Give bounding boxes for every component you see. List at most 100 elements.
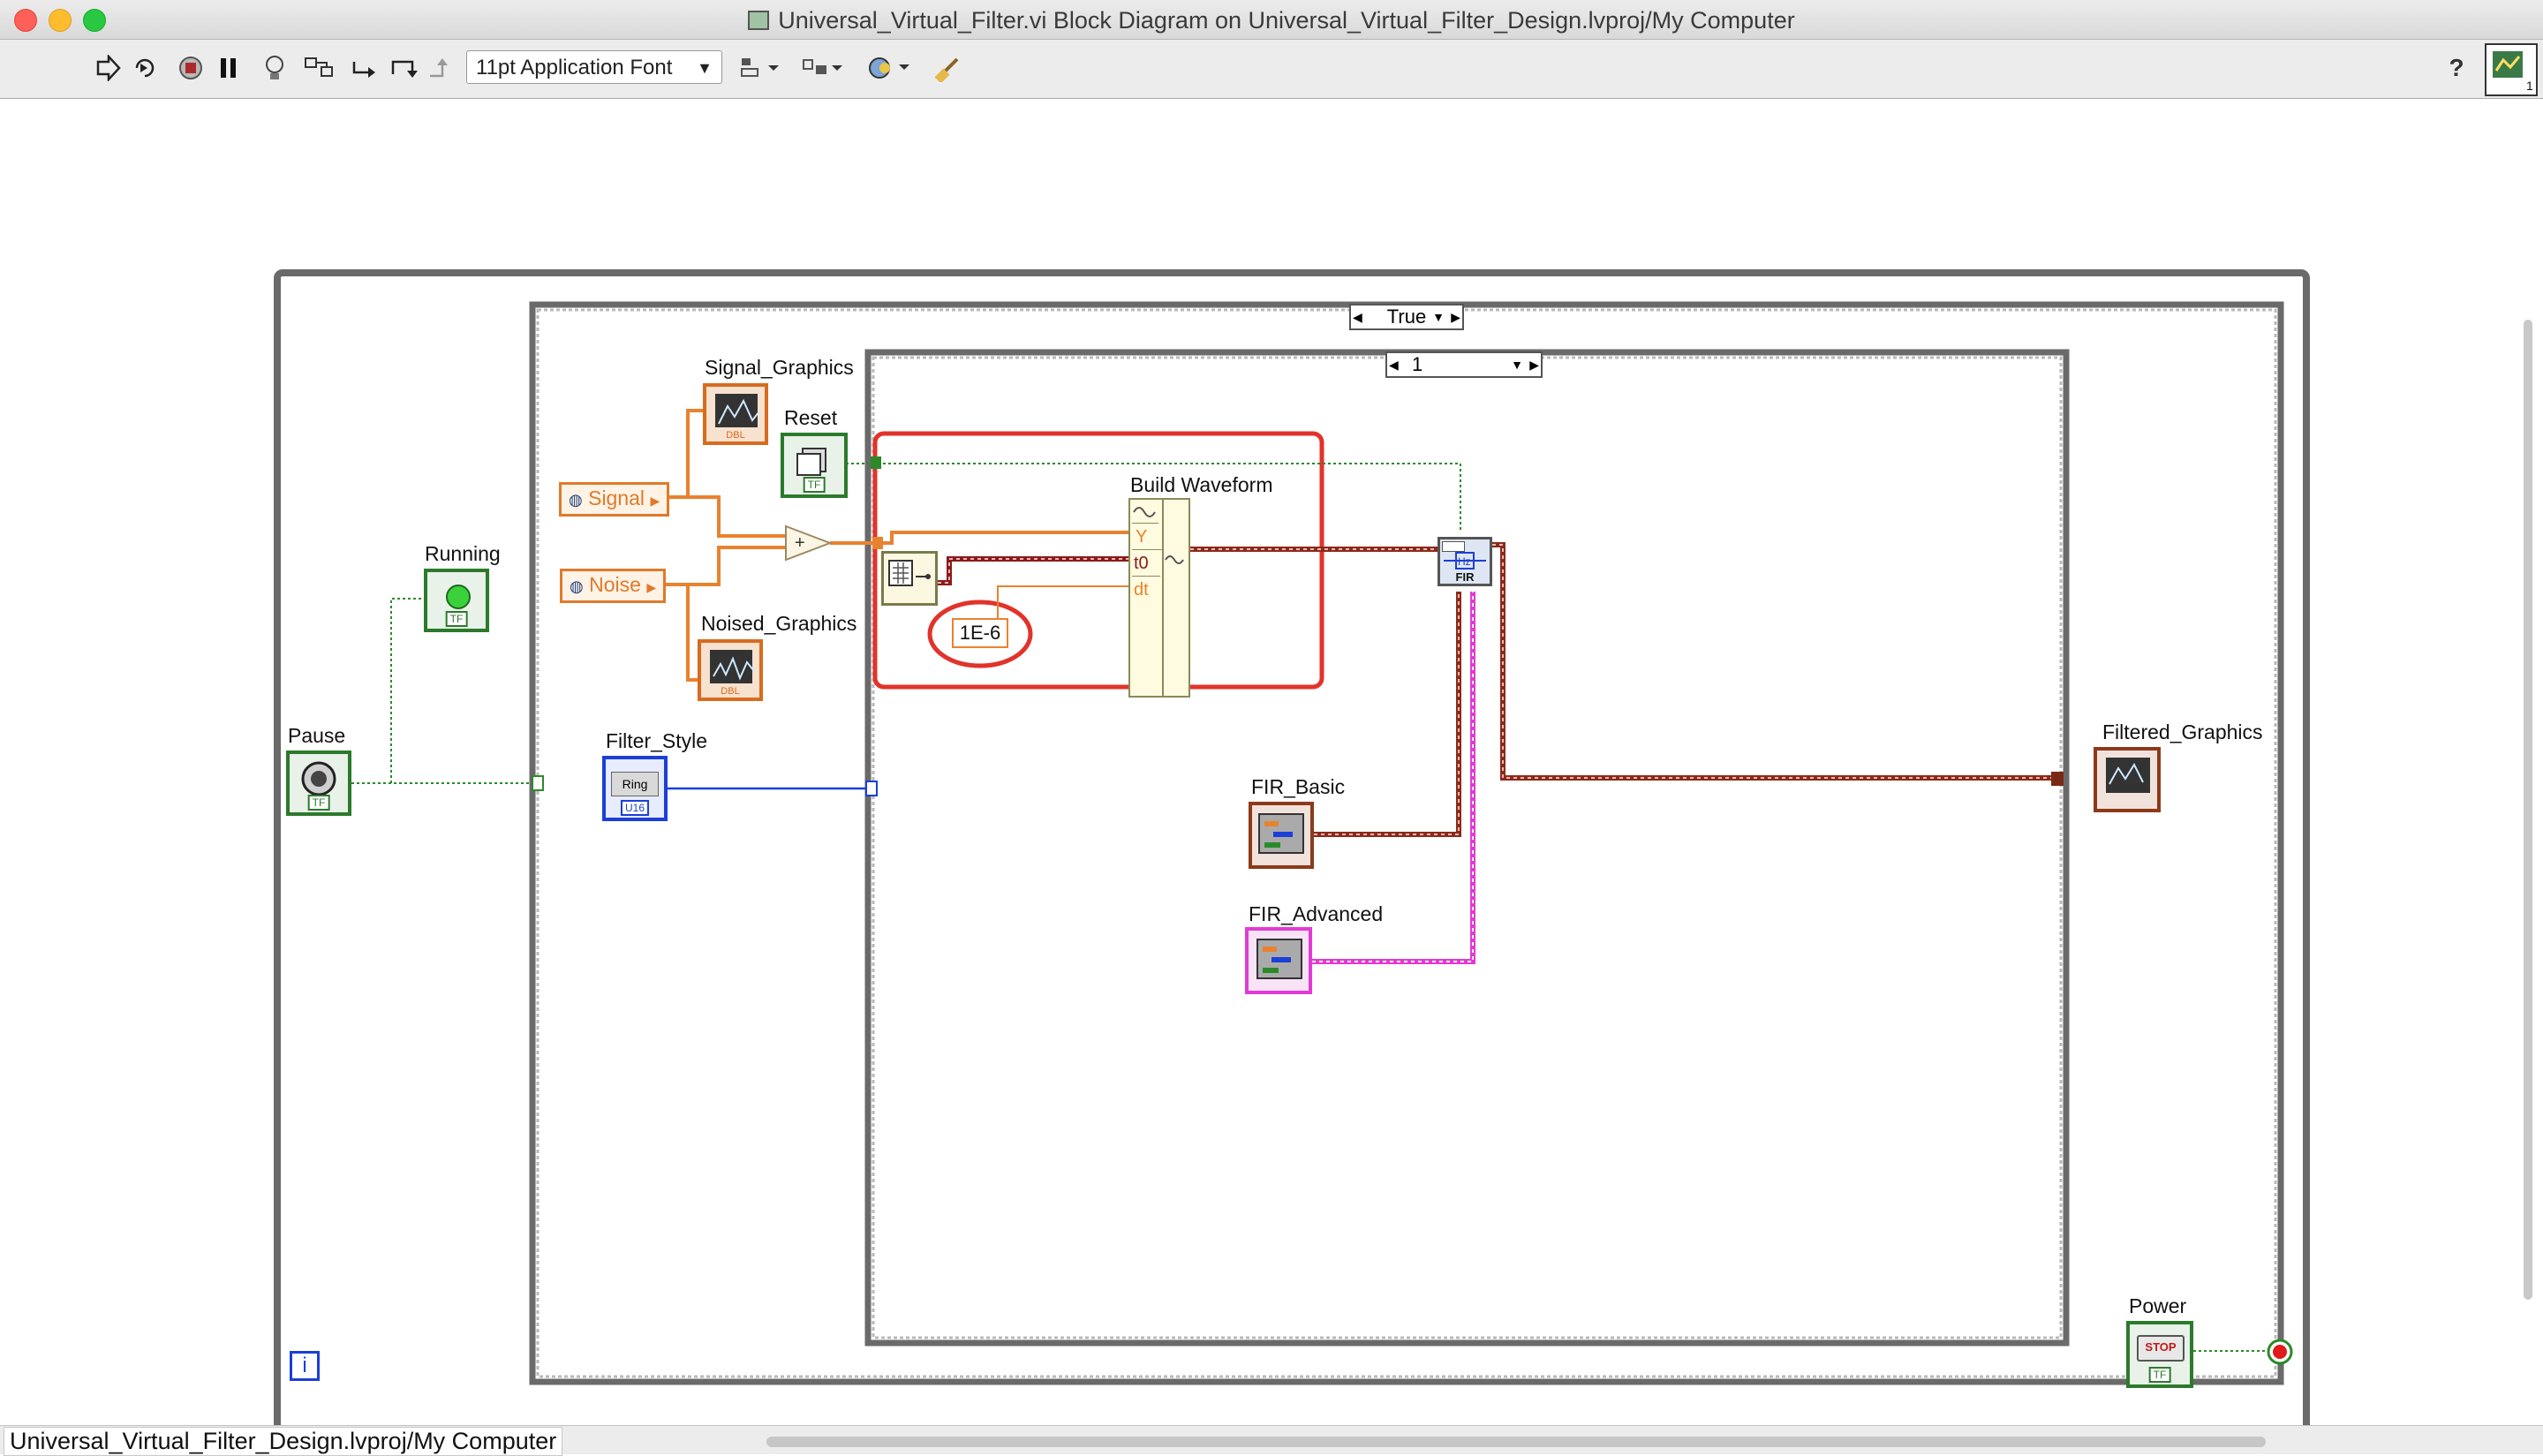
fir-advanced-control[interactable] (1245, 927, 1312, 994)
terminal-y[interactable]: Y (1132, 524, 1162, 550)
loop-iteration-terminal[interactable]: i (290, 1351, 320, 1381)
dt-constant[interactable]: 1E-6 (952, 618, 1008, 648)
svg-text:Hz: Hz (1458, 555, 1471, 568)
wiring-layer: + (274, 269, 2310, 1425)
chevron-down-icon: ▼ (1511, 358, 1523, 372)
font-select[interactable]: 11pt Application Font ▼ (466, 50, 722, 84)
run-button[interactable] (92, 52, 124, 84)
outer-case-selector[interactable]: ◀ True ▼ ▶ (1349, 304, 1464, 330)
vi-connector-icon: 1 (2493, 51, 2533, 92)
power-label: Power (2129, 1294, 2187, 1317)
signal-global-variable[interactable]: ◍ Signal ▶ (559, 482, 670, 517)
reorder-icon (869, 57, 909, 79)
ring-label: Ring (611, 772, 659, 796)
waveform-graph-icon (710, 650, 755, 683)
chevron-down-icon: ▼ (697, 59, 713, 77)
filter-style-label: Filter_Style (606, 729, 708, 752)
global-arrow-icon: ▶ (646, 580, 657, 594)
filtered-graphics-label: Filtered_Graphics (2102, 720, 2263, 743)
cluster-control-icon (1258, 813, 1304, 854)
toolbar: 11pt Application Font ▼ ? 1 (0, 40, 2543, 99)
pause-control[interactable]: TF (286, 751, 351, 816)
reset-label: Reset (784, 406, 838, 429)
noised-graphics-label: Noised_Graphics (701, 612, 857, 635)
block-diagram-canvas[interactable]: + ◀ True ▼ ▶ ◀ 1 ▼ ▶ Signal_Graphics Res… (0, 99, 2543, 1425)
run-arrow-icon (96, 55, 121, 81)
running-label: Running (425, 542, 501, 565)
case-selector-terminal-inner (865, 781, 878, 796)
step-out-button[interactable] (426, 52, 457, 84)
pause-label: Pause (288, 724, 346, 747)
waveform-graph-icon (2106, 758, 2150, 793)
inner-case-structure-border (864, 349, 2070, 1347)
reset-control[interactable]: TF (781, 433, 848, 498)
terminal-t0[interactable]: t0 (1132, 551, 1160, 577)
signal-graphics-indicator[interactable]: DBL (703, 383, 768, 445)
clean-up-broom-icon (934, 57, 959, 82)
retain-wire-values-icon (305, 57, 333, 77)
abort-execution-button[interactable] (175, 52, 207, 84)
decrement-case-icon: ◀ (1353, 310, 1362, 324)
step-out-icon (430, 58, 448, 78)
pause-button[interactable] (215, 52, 242, 84)
run-continuously-icon (135, 58, 155, 78)
fir-advanced-label: FIR_Advanced (1249, 902, 1384, 925)
retain-wire-values-button[interactable] (302, 52, 337, 84)
get-date-time-node[interactable] (881, 551, 938, 606)
vi-icon-pane[interactable]: 1 (2485, 43, 2538, 96)
distribute-objects-button[interactable] (800, 52, 846, 84)
align-objects-icon (741, 58, 779, 77)
horizontal-scrollbar[interactable] (766, 1437, 2266, 1447)
filtered-graphics-indicator[interactable] (2094, 747, 2161, 812)
terminal-dt[interactable]: dt (1132, 577, 1160, 602)
decrement-case-icon: ◀ (1389, 358, 1399, 372)
build-waveform-node[interactable]: Y t0 dt (1128, 498, 1190, 698)
increment-case-icon: ▶ (1451, 310, 1460, 324)
power-stop-control[interactable]: STOP TF (2126, 1321, 2193, 1388)
highlight-execution-button[interactable] (260, 52, 290, 84)
tunnel-reset (871, 456, 881, 469)
filter-style-ring-control[interactable]: Ring U16 (602, 756, 668, 821)
fir-basic-control[interactable] (1249, 802, 1314, 869)
cluster-control-icon (1256, 939, 1302, 979)
globe-icon: ◍ (570, 577, 584, 595)
waveform-output-icon (1164, 549, 1188, 570)
signal-graphics-label: Signal_Graphics (705, 356, 854, 379)
step-into-icon (352, 62, 375, 78)
fir-basic-label: FIR_Basic (1251, 775, 1346, 798)
abort-stop-icon (179, 57, 202, 79)
vertical-scrollbar[interactable] (2524, 320, 2532, 1300)
inner-case-selector[interactable]: ◀ 1 ▼ ▶ (1385, 351, 1543, 378)
lightbulb-icon (266, 56, 283, 79)
global-arrow-icon: ▶ (650, 494, 660, 508)
status-bar: Universal_Virtual_Filter_Design.lvproj/M… (0, 1425, 2543, 1456)
step-over-icon (391, 60, 418, 78)
step-into-button[interactable] (350, 52, 381, 84)
add-node (785, 524, 833, 562)
run-continuously-button[interactable] (129, 52, 161, 84)
tunnel-filtered (2051, 772, 2064, 786)
stop-button-face: STOP (2137, 1335, 2185, 1362)
align-objects-button[interactable] (736, 52, 782, 84)
frequency-filter-icon: Hz (1444, 552, 1486, 570)
distribute-objects-icon (803, 59, 842, 74)
tunnel-signal (872, 537, 883, 549)
noise-global-variable[interactable]: ◍ Noise ▶ (560, 569, 667, 603)
globe-icon: ◍ (569, 491, 583, 509)
fir-filter-node[interactable]: Hz FIR (1438, 537, 1492, 586)
help-question-icon: ? (2449, 54, 2464, 81)
context-help-button[interactable]: ? (2442, 52, 2471, 84)
window-titlebar: Universal_Virtual_Filter.vi Block Diagra… (0, 0, 2543, 40)
noised-graphics-indicator[interactable]: DBL (698, 639, 763, 701)
pause-icon (221, 58, 236, 78)
build-waveform-label: Build Waveform (1130, 473, 1273, 496)
calendar-clock-icon (888, 560, 931, 586)
step-over-button[interactable] (389, 52, 420, 84)
running-indicator[interactable]: TF (424, 569, 489, 632)
increment-case-icon: ▶ (1529, 358, 1539, 372)
clean-up-diagram-button[interactable] (932, 52, 968, 84)
chevron-down-icon: ▼ (1432, 310, 1445, 324)
fir-text: FIR (1455, 570, 1475, 584)
window-title: Universal_Virtual_Filter.vi Block Diagra… (0, 7, 2543, 34)
reorder-button[interactable] (865, 52, 915, 84)
